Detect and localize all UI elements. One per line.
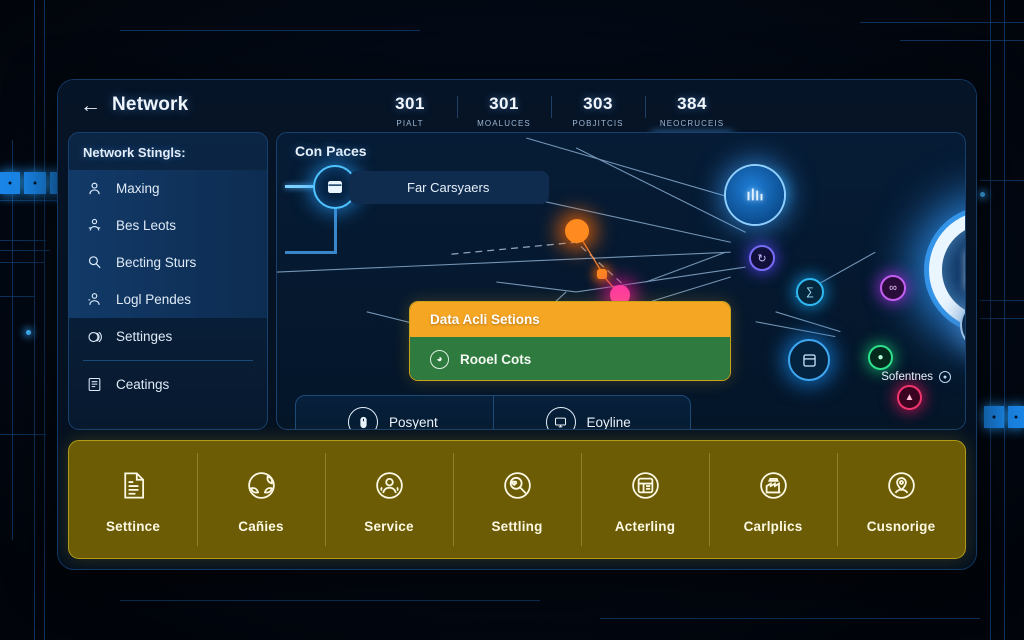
- document-icon: [85, 375, 104, 394]
- sidebar-item-label: Ceatings: [116, 377, 170, 392]
- graph-label-text: Sofentnes: [881, 371, 933, 383]
- node-storage[interactable]: [788, 339, 830, 381]
- stat-label: PIALT: [396, 119, 424, 128]
- toolbar-item-cusnorige[interactable]: Cusnorige: [837, 441, 965, 558]
- stats-row: 301 PIALT 301 MOALUCES 303 POBJITCIS 384…: [363, 86, 739, 135]
- graph-label: Sofentnes ●: [881, 371, 951, 383]
- connector-stub-vertical: [334, 209, 337, 253]
- user-group-icon: [85, 216, 104, 235]
- banner-row-label: Rooel Cots: [460, 351, 532, 367]
- stat-item[interactable]: 303 POBJITCIS: [551, 86, 645, 128]
- info-circle-icon: ●: [939, 371, 951, 383]
- node-refresh[interactable]: ↻: [749, 245, 775, 271]
- banner-row[interactable]: ◕ Rooel Cots: [410, 337, 730, 380]
- stat-item[interactable]: 301 MOALUCES: [457, 86, 551, 128]
- leaf-circle-icon: [241, 466, 281, 506]
- stat-value: 301: [489, 94, 519, 113]
- node-share[interactable]: ∑: [796, 278, 824, 306]
- network-badge-icon: [747, 188, 763, 201]
- connector-stub: [285, 185, 315, 188]
- card-header: Eoyline: [545, 407, 631, 430]
- stat-item-active[interactable]: 384 NEOCRUCEIS: [645, 86, 739, 135]
- stat-value: 384: [677, 94, 707, 113]
- stat-label: NEOCRUCEIS: [659, 119, 725, 128]
- back-button[interactable]: ← Network: [80, 94, 188, 116]
- bottom-toolbar: Settince Cañies Service Settling Acterli: [68, 440, 966, 559]
- location-user-icon: [881, 466, 921, 506]
- toolbar-item-carlplics[interactable]: Carlplics: [709, 441, 837, 558]
- toolbar-item-settince[interactable]: Settince: [69, 441, 197, 558]
- banner-title: Data Acli Setions: [410, 302, 730, 337]
- page-title: Network: [112, 94, 189, 115]
- factory-icon: [753, 466, 793, 506]
- toolbar-item-label: Settling: [491, 518, 543, 534]
- node-link[interactable]: ∞: [880, 275, 906, 301]
- stat-value: 303: [583, 94, 613, 113]
- toolbar-item-label: Carlplics: [743, 518, 803, 534]
- node-orange[interactable]: [565, 219, 589, 243]
- toolbar-item-service[interactable]: Service: [325, 441, 453, 558]
- sidebar-item-label: Logl Pendes: [116, 292, 192, 307]
- stat-value: 301: [395, 94, 425, 113]
- node-alert[interactable]: ▲: [897, 385, 922, 410]
- toolbar-item-label: Service: [364, 518, 414, 534]
- app-window: ← Network 301 PIALT 301 MOALUCES 303 POB…: [58, 80, 976, 569]
- toolbar-item-label: Cusnorige: [866, 518, 936, 534]
- sidebar-heading: Network Stingls:: [83, 145, 186, 160]
- network-badge[interactable]: [726, 166, 784, 224]
- sidebar-item-logl-pendes[interactable]: Logl Pendes: [69, 281, 267, 318]
- toolbar-item-acterling[interactable]: Acterling: [581, 441, 709, 558]
- far-carsyaers-chip[interactable]: Far Carsyaers: [349, 171, 549, 204]
- toolbar-item-label: Cañies: [238, 518, 284, 534]
- document-lines-icon: [113, 466, 153, 506]
- sidebar-item-label: Maxing: [116, 181, 160, 196]
- sidebar-item-ceatings[interactable]: Ceatings: [69, 366, 267, 403]
- toolbar-item-canies[interactable]: Cañies: [197, 441, 325, 558]
- connector-stub-lower: [285, 251, 337, 254]
- sidebar: Network Stingls: Maxing Bes Leots Bectin…: [68, 132, 268, 430]
- card-header: Posyent: [348, 407, 438, 430]
- sidebar-item-maxing[interactable]: Maxing: [69, 170, 267, 207]
- card-eoyline[interactable]: Eoyline Lird Cacls: [492, 396, 691, 430]
- toolbar-item-settling[interactable]: Settling: [453, 441, 581, 558]
- mouse-icon: [348, 407, 378, 429]
- search-heart-icon: [497, 466, 537, 506]
- toolbar-item-label: Acterling: [614, 518, 676, 534]
- user-badge-icon: [85, 290, 104, 309]
- device-screen-icon: [960, 242, 966, 298]
- main-heading: Con Paces: [295, 143, 367, 159]
- info-cards: Posyent Adtire Eoyline Lird Cacls: [295, 395, 691, 430]
- sidebar-divider: [83, 360, 253, 361]
- sidebar-item-label: Bes Leots: [116, 218, 177, 233]
- stat-item[interactable]: 301 PIALT: [363, 86, 457, 128]
- card-title: Eoyline: [586, 414, 631, 430]
- sidebar-item-becting-sturs[interactable]: Becting Sturs: [69, 244, 267, 281]
- agent-icon: [369, 466, 409, 506]
- main-panel: ▲ ↻ ∑ ∞ ● ▲ Sofentnes ● Con Paces: [276, 132, 966, 430]
- window-header: ← Network 301 PIALT 301 MOALUCES 303 POB…: [58, 80, 976, 138]
- search-user-icon: [85, 253, 104, 272]
- card-posyent[interactable]: Posyent Adtire: [296, 396, 493, 430]
- node-leaf[interactable]: ●: [868, 345, 893, 370]
- sidebar-item-settinges[interactable]: Settinges: [69, 318, 267, 355]
- node-orange-small[interactable]: [597, 269, 607, 279]
- sidebar-item-label: Settinges: [116, 329, 173, 344]
- card-title: Posyent: [389, 414, 438, 430]
- arrow-left-icon[interactable]: ←: [80, 95, 101, 116]
- sidebar-item-bes-leots[interactable]: Bes Leots: [69, 207, 267, 244]
- clock-icon: ◕: [430, 349, 449, 369]
- monitor-icon: [545, 407, 576, 429]
- chip-label: Far Carsyaers: [407, 180, 490, 195]
- stat-label: MOALUCES: [477, 119, 531, 128]
- data-actions-banner: Data Acli Setions ◕ Rooel Cots: [409, 301, 731, 381]
- layers-icon: [85, 327, 104, 346]
- database-icon: [328, 180, 342, 194]
- dashboard-icon: [625, 466, 665, 506]
- stat-label: POBJITCIS: [572, 119, 624, 128]
- sidebar-item-label: Becting Sturs: [116, 255, 197, 270]
- toolbar-item-label: Settince: [105, 518, 161, 534]
- user-icon: [85, 179, 104, 198]
